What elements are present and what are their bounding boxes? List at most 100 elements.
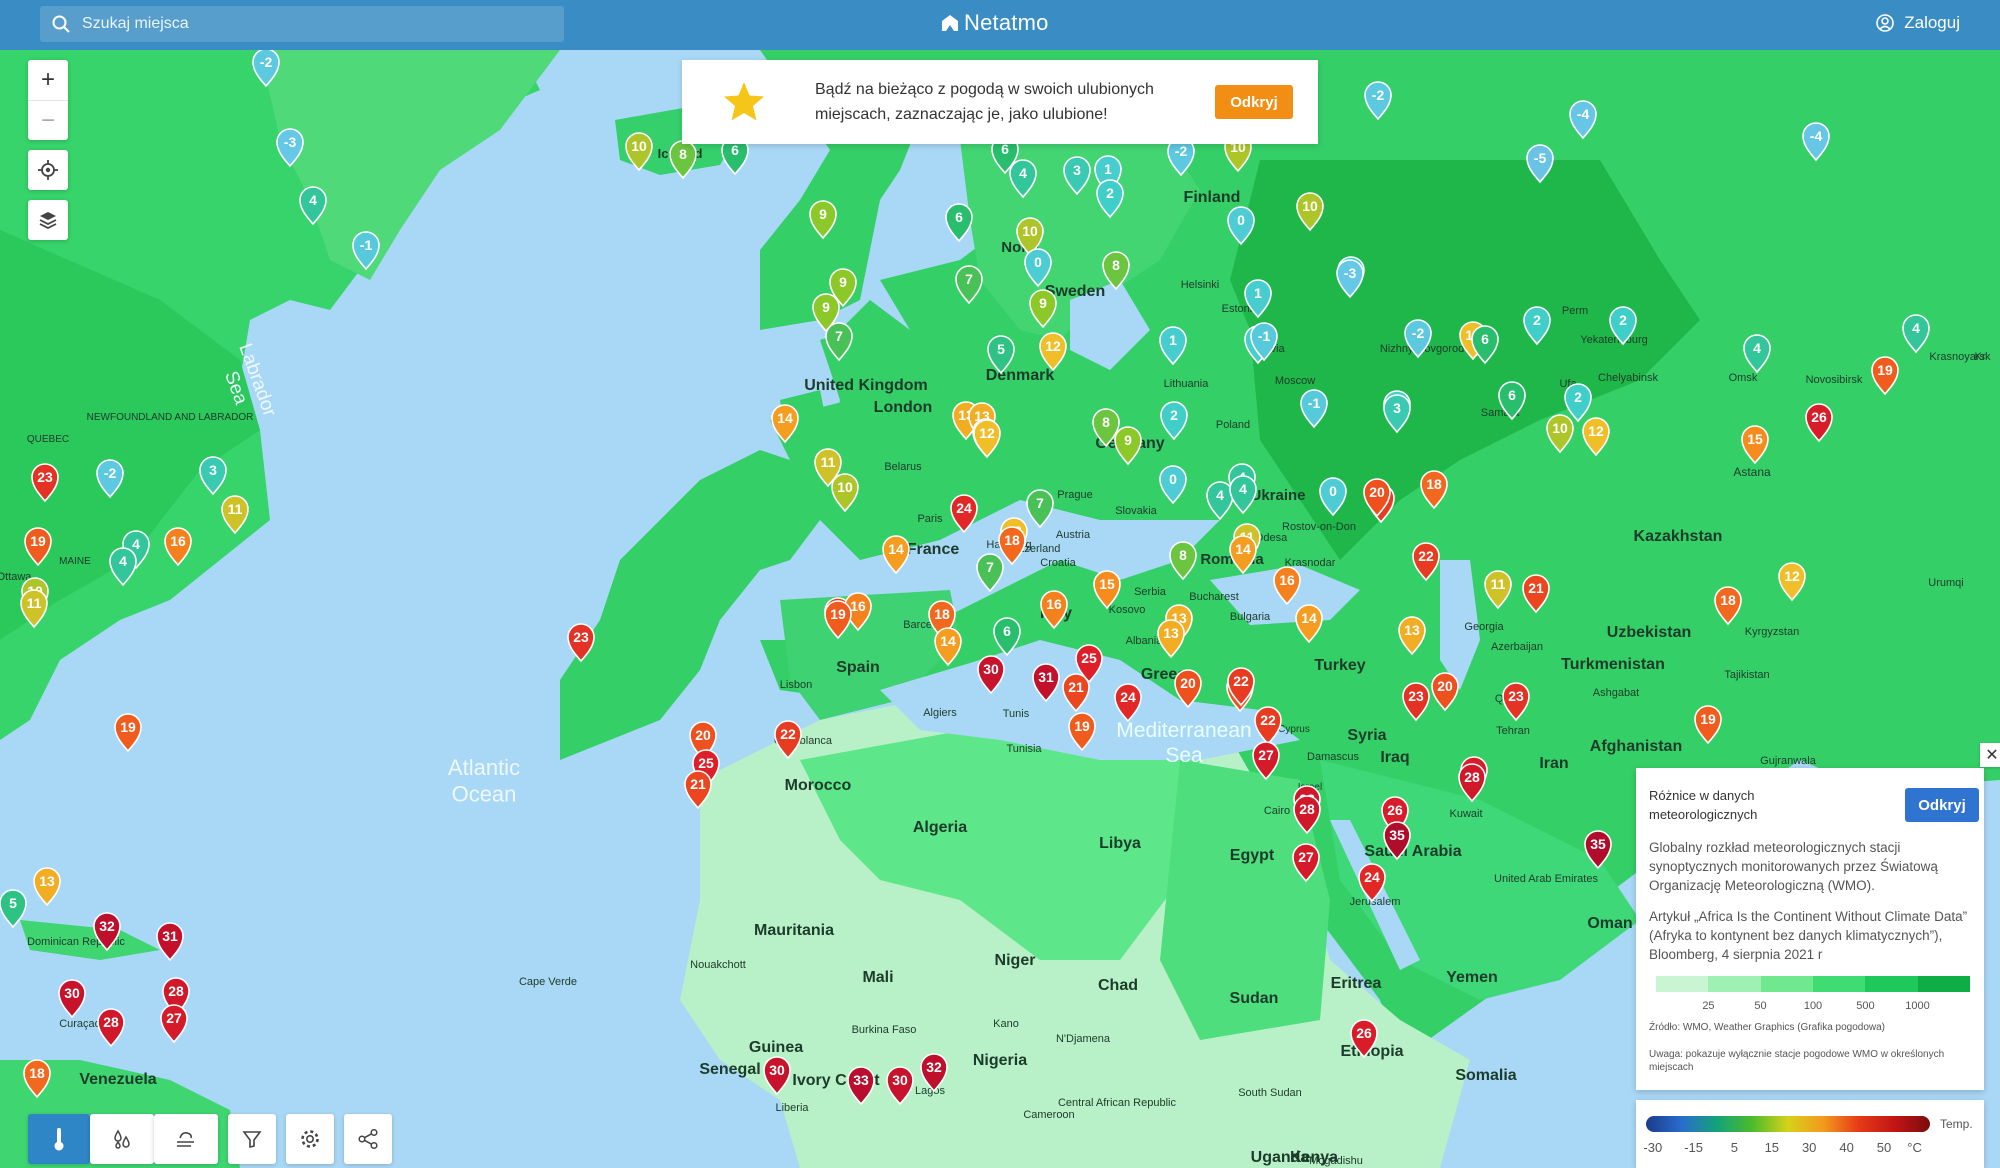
marker-temperature: 19 xyxy=(1074,718,1090,734)
panel-source: Źródło: WMO, Weather Graphics (Grafika p… xyxy=(1649,1022,1886,1033)
marker-temperature: 15 xyxy=(1747,431,1763,447)
rain-layer-button[interactable] xyxy=(90,1114,154,1164)
favorites-banner: Bądź na bieżąco z pogodą w swoich ulubio… xyxy=(682,60,1318,144)
top-bar: Netatmo Zaloguj xyxy=(0,0,2000,50)
marker-temperature: 21 xyxy=(1528,580,1544,596)
wind-layer-button[interactable] xyxy=(154,1114,218,1164)
favorites-discover-button[interactable]: Odkryj xyxy=(1215,85,1293,119)
brand-logo[interactable]: Netatmo xyxy=(940,10,1049,36)
place-label: Gujranwala xyxy=(1760,755,1817,767)
marker-temperature: 21 xyxy=(690,776,706,792)
search-box[interactable] xyxy=(40,6,564,42)
place-label: Afghanistan xyxy=(1590,738,1682,755)
place-label: Bucharest xyxy=(1189,591,1239,603)
marker-temperature: 12 xyxy=(1588,423,1604,439)
marker-temperature: 4 xyxy=(119,553,127,569)
legend-label: Temp. xyxy=(1940,1117,1973,1131)
place-label: Libya xyxy=(1099,835,1141,852)
place-label: Ukraine xyxy=(1250,487,1305,504)
marker-temperature: 10 xyxy=(1302,198,1318,214)
brand-name: Netatmo xyxy=(964,10,1049,35)
legend-value: 15 xyxy=(1764,1140,1780,1155)
marker-temperature: 13 xyxy=(39,873,55,889)
density-swatch xyxy=(1708,976,1761,992)
place-label: Omsk xyxy=(1729,372,1758,384)
place-label: Uzbekistan xyxy=(1607,624,1691,641)
place-label: Kazakhstan xyxy=(1634,528,1723,545)
marker-temperature: 22 xyxy=(1260,712,1276,728)
place-label: Slovakia xyxy=(1115,505,1157,517)
place-label: Poland xyxy=(1216,419,1250,431)
legend-value: -15 xyxy=(1684,1140,1703,1155)
marker-temperature: -1 xyxy=(1258,328,1271,344)
crosshair-icon xyxy=(38,160,58,180)
place-label: Kuwait xyxy=(1449,808,1482,820)
filter-button[interactable] xyxy=(228,1114,276,1164)
place-label: Cairo xyxy=(1264,805,1290,817)
marker-temperature: 10 xyxy=(837,479,853,495)
marker-temperature: 30 xyxy=(892,1072,908,1088)
place-label: Mogadishu xyxy=(1309,1155,1363,1167)
marker-temperature: 5 xyxy=(9,895,17,911)
marker-temperature: 24 xyxy=(1120,689,1136,705)
marker-temperature: 8 xyxy=(1179,547,1187,563)
place-label: Lithuania xyxy=(1164,378,1210,390)
marker-temperature: 6 xyxy=(731,142,739,158)
place-label: Bulgaria xyxy=(1230,611,1271,623)
zoom-out-button[interactable]: − xyxy=(28,100,68,140)
marker-temperature: 1 xyxy=(1169,332,1177,348)
marker-temperature: 26 xyxy=(1387,802,1403,818)
place-label: Astana xyxy=(1733,465,1771,479)
zoom-in-button[interactable]: + xyxy=(28,60,68,100)
login-link[interactable]: Zaloguj xyxy=(1876,13,1960,33)
place-label: Saudi Arabia xyxy=(1364,843,1461,860)
marker-temperature: 12 xyxy=(1045,338,1061,354)
marker-temperature: 27 xyxy=(1298,849,1314,865)
density-swatch xyxy=(1917,976,1970,992)
place-label: Oman xyxy=(1587,915,1632,932)
place-label: Perm xyxy=(1562,305,1588,317)
place-label: Iraq xyxy=(1380,749,1409,766)
place-label: Curaçao xyxy=(59,1018,101,1030)
settings-button[interactable] xyxy=(286,1114,334,1164)
legend-unit: °C xyxy=(1907,1140,1922,1155)
place-label: Azerbaijan xyxy=(1491,641,1543,653)
density-swatch xyxy=(1656,976,1709,992)
panel-discover-button[interactable]: Odkryj xyxy=(1905,788,1979,822)
locate-button[interactable] xyxy=(28,150,68,190)
marker-temperature: 19 xyxy=(30,533,46,549)
marker-temperature: 14 xyxy=(940,633,956,649)
marker-temperature: 2 xyxy=(1170,407,1178,423)
density-tick: 500 xyxy=(1856,1000,1875,1012)
place-label: Tunisia xyxy=(1006,743,1042,755)
marker-temperature: -2 xyxy=(1175,143,1188,159)
place-label: Tunis xyxy=(1003,708,1030,720)
marker-temperature: 1 xyxy=(1254,285,1262,301)
place-label: Helsinki xyxy=(1181,279,1220,291)
marker-temperature: 8 xyxy=(1102,414,1110,430)
marker-temperature: 16 xyxy=(170,533,186,549)
marker-temperature: 32 xyxy=(926,1059,942,1075)
place-label: Algiers xyxy=(923,707,957,719)
marker-temperature: 31 xyxy=(162,928,178,944)
share-button[interactable] xyxy=(344,1114,392,1164)
marker-temperature: 8 xyxy=(679,146,687,162)
search-input[interactable] xyxy=(82,15,522,33)
panel-description: Globalny rozkład meteorologicznych stacj… xyxy=(1649,840,1938,893)
close-icon[interactable]: ✕ xyxy=(1980,743,2000,767)
layers-button[interactable] xyxy=(28,200,68,240)
marker-temperature: 16 xyxy=(1046,596,1062,612)
temperature-gradient xyxy=(1646,1116,1930,1132)
marker-temperature: 35 xyxy=(1590,836,1606,852)
marker-temperature: 6 xyxy=(1508,387,1516,403)
share-icon xyxy=(358,1128,378,1150)
marker-temperature: 22 xyxy=(1233,673,1249,689)
marker-temperature: -3 xyxy=(1344,265,1357,281)
marker-temperature: 13 xyxy=(1163,625,1179,641)
marker-temperature: 28 xyxy=(103,1014,119,1030)
marker-temperature: 26 xyxy=(1811,409,1827,425)
temperature-layer-button[interactable] xyxy=(28,1114,90,1164)
place-label: Denmark xyxy=(986,367,1055,384)
density-swatch xyxy=(1760,976,1813,992)
marker-temperature: 13 xyxy=(1404,622,1420,638)
